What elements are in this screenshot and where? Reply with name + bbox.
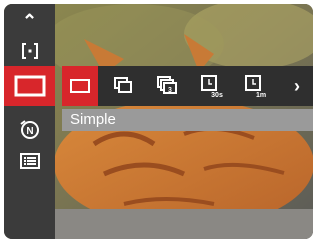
single-frame-icon [70,79,90,93]
focus-mode-button[interactable] [4,34,55,68]
option-timer-1m[interactable]: 1m [238,66,274,106]
continuous-shot-icon [114,77,132,93]
drive-mode-button[interactable] [4,66,55,106]
svg-text:N: N [26,126,33,137]
option-single[interactable] [62,66,98,106]
svg-text:30s: 30s [211,92,223,99]
svg-text:1m: 1m [256,92,266,99]
up-arrow-button[interactable]: ⌃ [4,4,55,38]
mode-sidebar: ⌃ N [4,4,55,239]
n-mode-icon: N [19,120,39,139]
drive-mode-icon [14,75,45,97]
camera-screen: ⌃ N 3 30s 1m › Simple [4,4,313,239]
selected-option-label: Simple [62,109,313,131]
menu-icon [19,153,40,169]
menu-button[interactable] [4,144,55,178]
option-timer-30s[interactable]: 30s [194,66,230,106]
drive-mode-options: 3 30s 1m › [62,66,313,106]
up-arrow-icon: ⌃ [21,10,38,31]
chevron-right-icon[interactable]: › [294,76,300,97]
option-continuous[interactable] [106,66,142,106]
option-burst-3[interactable]: 3 [150,66,186,106]
burst-3-icon: 3 [157,76,177,94]
n-mode-button[interactable]: N [4,112,55,146]
focus-frame-icon [21,43,38,59]
self-timer-1m-icon: 1m [245,75,266,99]
svg-text:3: 3 [168,87,172,94]
self-timer-30s-icon: 30s [201,75,223,99]
